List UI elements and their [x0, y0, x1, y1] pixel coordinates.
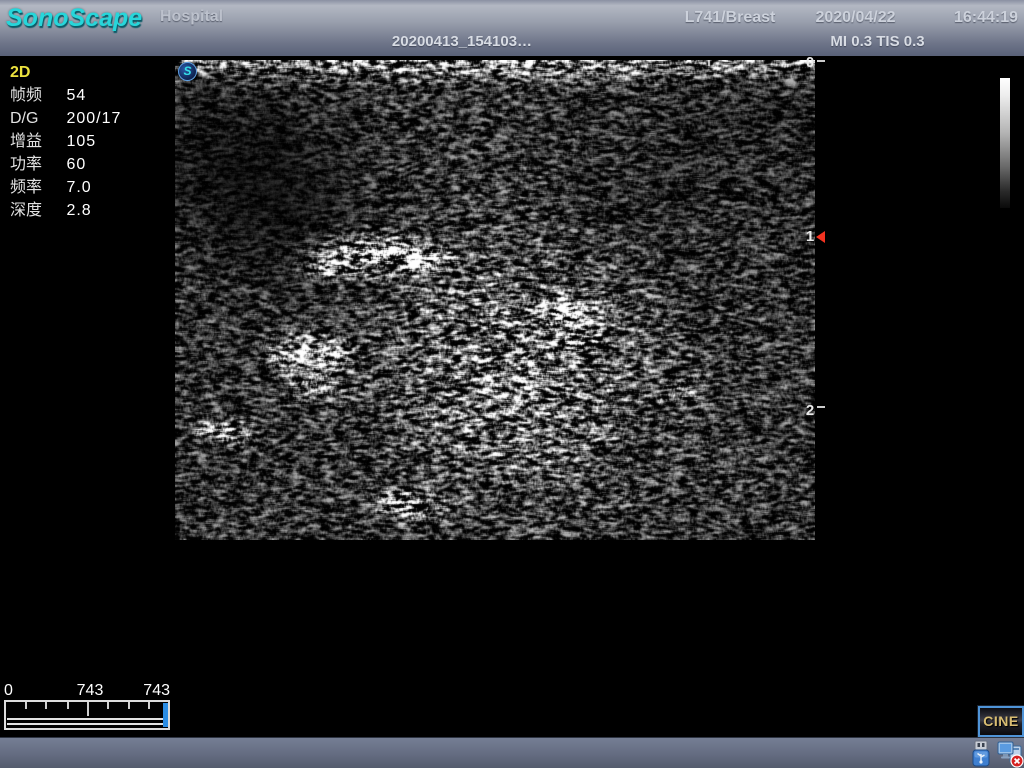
param-label: D/G: [10, 107, 62, 130]
cine-tick: [45, 702, 47, 709]
study-id: 20200413_154103…: [372, 33, 552, 50]
cine-total-frames: 743: [143, 682, 170, 700]
depth-mark-2: 2: [803, 402, 817, 420]
depth-mark-0: 0: [803, 54, 817, 72]
param-row-depth: 深度 2.8: [10, 199, 121, 222]
sonoscape-logo: SonoScape: [6, 4, 142, 33]
param-value: 7.0: [66, 179, 91, 196]
param-label: 功率: [10, 153, 62, 176]
param-label: 频率: [10, 176, 62, 199]
cine-track: [7, 718, 167, 725]
depth-mark-1: 1: [803, 228, 817, 246]
taskbar: [0, 737, 1024, 768]
param-row-power: 功率 60: [10, 153, 121, 176]
cine-tick: [67, 702, 69, 709]
top-status-bar: SonoScape Hospital L741/Breast 2020/04/2…: [0, 0, 1024, 56]
cine-tick-center: [87, 702, 89, 716]
cine-tick: [25, 702, 27, 709]
network-disconnected-icon[interactable]: [997, 739, 1024, 768]
depth-tick-2: [817, 406, 825, 408]
param-label: 增益: [10, 130, 62, 153]
imaging-parameters-panel: 2D 帧频 54 D/G 200/17 增益 105 功率 60 频率 7.0 …: [10, 61, 121, 222]
grayscale-bar: [1000, 78, 1010, 208]
ultrasound-b-mode-image[interactable]: [175, 60, 815, 540]
hospital-name: Hospital: [160, 8, 223, 26]
cine-start-frame: 0: [4, 682, 13, 700]
probe-orientation-icon: S: [178, 62, 197, 81]
mi-tis-readout: MI 0.3 TIS 0.3: [800, 33, 955, 50]
mode-label: 2D: [10, 61, 121, 84]
ultrasound-image-area[interactable]: S: [175, 60, 815, 540]
cine-button[interactable]: CINE: [978, 706, 1024, 737]
cine-scrubber[interactable]: [4, 700, 170, 730]
param-row-gain: 增益 105: [10, 130, 121, 153]
param-label: 帧频: [10, 84, 62, 107]
cine-tick: [128, 702, 130, 709]
param-row-dynamic-range: D/G 200/17: [10, 107, 121, 130]
probe-preset: L741/Breast: [655, 9, 805, 27]
focus-caret[interactable]: [816, 231, 825, 243]
param-value: 105: [66, 133, 96, 150]
param-label: 深度: [10, 199, 62, 222]
usb-icon[interactable]: [968, 740, 994, 768]
param-row-frequency: 频率 7.0: [10, 176, 121, 199]
param-row-frame-rate: 帧频 54: [10, 84, 121, 107]
param-value: 2.8: [66, 202, 91, 219]
depth-tick-0: [817, 60, 825, 62]
param-value: 200/17: [66, 110, 121, 127]
ultrasound-screen: SonoScape Hospital L741/Breast 2020/04/2…: [0, 0, 1024, 768]
param-value: 54: [66, 87, 86, 104]
cine-current-frame: 743: [58, 682, 122, 700]
cine-frame-labels: 0 743 743: [4, 682, 172, 700]
cine-tick: [107, 702, 109, 709]
system-time: 16:44:19: [933, 9, 1018, 27]
cine-tick: [148, 702, 150, 709]
system-date: 2020/04/22: [808, 9, 903, 27]
cine-position-marker[interactable]: [163, 703, 168, 727]
param-value: 60: [66, 156, 86, 173]
